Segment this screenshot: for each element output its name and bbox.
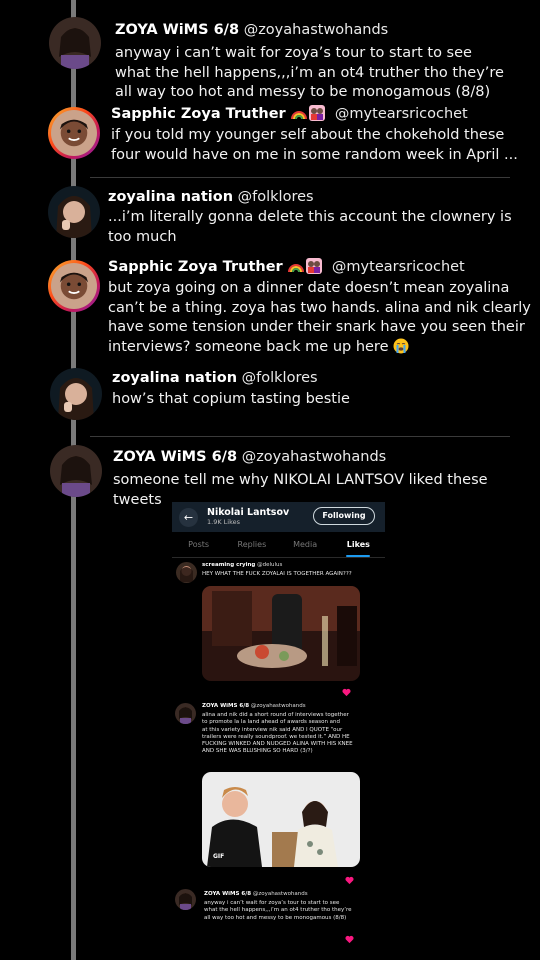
avatar[interactable] [48,260,100,312]
user-handle[interactable]: @mytearsricochet [335,106,468,122]
avatar[interactable] [48,186,100,238]
rainbow-emoji-icon [291,111,308,120]
tweet-text: if you told my younger self about the ch… [111,127,518,163]
thread-divider [90,436,510,437]
liked-tweet-text: anyway i can’t wait for zoya’s tour to s… [204,900,352,921]
tweet-text: ...i’m literally gonna delete this accou… [108,209,512,245]
tweet-photo[interactable] [202,586,360,681]
display-name[interactable]: ZOYA WiMS 6/8 [204,891,251,897]
user-handle[interactable]: @folklores [242,370,318,386]
profile-tabs: Posts Replies Media Likes [172,532,385,558]
back-arrow-icon[interactable]: ← [179,508,198,527]
display-name[interactable]: ZOYA WiMS 6/8 [115,22,239,38]
tab-likes[interactable]: Likes [332,532,385,557]
tweet-text: but zoya going on a dinner date doesn’t … [108,279,531,357]
user-handle[interactable]: @delulus [257,562,282,568]
display-name[interactable]: Sapphic Zoya Truther [108,259,283,275]
profile-name: Nikolai Lantsov [207,507,290,518]
user-handle[interactable]: @zoyahastwohands [253,891,308,897]
liked-heart-icon[interactable] [342,688,351,697]
avatar[interactable] [175,703,196,724]
tweet-header: ZOYA WiMS 6/8 @zoyahastwohands [113,447,386,467]
user-handle[interactable]: @mytearsricochet [332,259,465,275]
rainbow-emoji-icon [288,264,305,273]
avatar[interactable] [50,368,102,420]
avatar[interactable] [49,17,101,69]
display-name[interactable]: ZOYA WiMS 6/8 [113,449,237,465]
tab-replies[interactable]: Replies [225,532,278,557]
tweet-text: anyway i can’t wait for zoya’s tour to s… [115,45,504,100]
women-couple-emoji-icon [306,258,323,274]
embedded-likes-screenshot: ← Nikolai Lantsov 1.9K Likes Following P… [172,502,385,960]
avatar[interactable] [175,889,196,910]
tweet-text: how’s that copium tasting bestie [112,391,350,407]
liked-tweet-text: alina and nik did a short round of inter… [202,712,353,755]
profile-header-bar: ← Nikolai Lantsov 1.9K Likes Following [172,502,385,532]
tweet-header: zoyalina nation @folklores [108,187,314,207]
user-handle[interactable]: @zoyahastwohands [244,22,389,38]
tweet-header: zoyalina nation @folklores [112,368,318,388]
thread-divider [90,177,510,178]
display-name[interactable]: ZOYA WiMS 6/8 [202,703,249,709]
user-handle[interactable]: @zoyahastwohands [242,449,387,465]
display-name[interactable]: zoyalina nation [108,189,233,205]
loudly-crying-emoji-icon [393,338,409,353]
women-couple-emoji-icon [309,105,326,121]
tweet-text-content: but zoya going on a dinner date doesn’t … [108,280,531,355]
tweet-header: Sapphic Zoya Truther @mytearsricochet [111,104,468,124]
tweet-header: ZOYA WiMS 6/8 @zoyahastwohands [115,20,388,40]
liked-heart-icon[interactable] [345,935,354,944]
display-name[interactable]: zoyalina nation [112,370,237,386]
tweet-gif[interactable]: GIF [202,772,360,867]
avatar[interactable] [176,562,197,583]
liked-tweet-header: ZOYA WiMS 6/8 @zoyahastwohands [204,891,308,897]
liked-heart-icon[interactable] [345,876,354,885]
display-name[interactable]: Sapphic Zoya Truther [111,106,286,122]
user-handle[interactable]: @folklores [238,189,314,205]
avatar[interactable] [50,445,102,497]
liked-tweet-text: HEY WHAT THE FUCK ZOYALAI IS TOGETHER AG… [202,571,352,577]
likes-count: 1.9K Likes [207,518,241,526]
tab-media[interactable]: Media [279,532,332,557]
gif-badge: GIF [213,853,225,860]
following-button[interactable]: Following [313,507,375,525]
liked-tweet-header: ZOYA WiMS 6/8 @zoyahastwohands [202,703,306,709]
user-handle[interactable]: @zoyahastwohands [251,703,306,709]
liked-tweet-header: screaming crying @delulus [202,562,282,568]
tweet-header: Sapphic Zoya Truther @mytearsricochet [108,257,465,277]
display-name[interactable]: screaming crying [202,562,255,568]
tab-posts[interactable]: Posts [172,532,225,557]
avatar[interactable] [48,107,100,159]
